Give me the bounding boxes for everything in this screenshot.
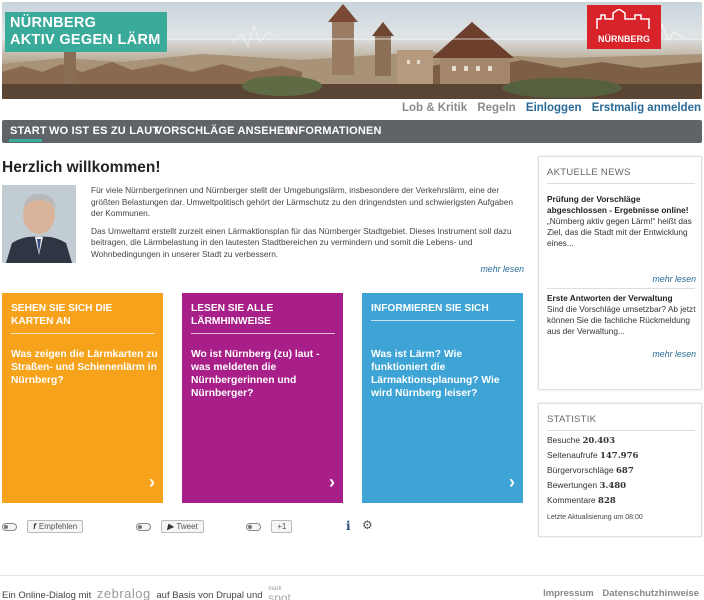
stat-label: Seitenaufrufe <box>547 450 598 460</box>
gplus-toggle[interactable] <box>246 522 261 531</box>
markspot-logo[interactable]: mark spot <box>268 586 291 600</box>
card-question: Was zeigen die Lärmkarten zu Straßen- un… <box>11 349 158 386</box>
facebook-icon: f <box>33 522 36 531</box>
divider <box>547 288 695 289</box>
stats-updated: Letzte Aktualisierung um 08:00 <box>547 514 643 521</box>
nuernberg-brand-logo[interactable]: NÜRNBERG <box>587 5 661 49</box>
link-einloggen[interactable]: Einloggen <box>526 102 582 114</box>
link-lob-kritik[interactable]: Lob & Kritik <box>402 102 467 114</box>
card-heading: SEHEN SIE SICH DIE KARTEN AN <box>11 302 155 334</box>
info-icon[interactable]: i <box>346 519 351 533</box>
chevron-right-icon: › <box>329 472 335 492</box>
news-item: Prüfung der Vorschläge abgeschlossen - E… <box>547 194 699 249</box>
castle-icon <box>596 9 650 29</box>
stat-bewertungen: Bewertungen 3.480 <box>547 480 626 491</box>
logo-line1: NÜRNBERG <box>10 15 97 31</box>
footer-divider <box>0 575 704 576</box>
news-text: „Nürnberg aktiv gegen Lärm!“ heißt das Z… <box>547 216 692 248</box>
page-title: Herzlich willkommen! <box>2 159 161 176</box>
gear-icon[interactable]: ⚙ <box>362 518 373 532</box>
footer-credits: Ein Online-Dialog mit zebralog auf Basis… <box>2 586 291 600</box>
header-banner: NÜRNBERG AKTIV GEGEN LÄRM NÜRNBERG <box>2 2 702 99</box>
twitter-share: ▶ Tweet <box>136 520 204 534</box>
divider <box>547 430 695 431</box>
zebralog-logo[interactable]: zebralog <box>97 586 151 600</box>
stat-buergervorschlaege: Bürgervorschläge 687 <box>547 465 634 476</box>
footer-link-impressum[interactable]: Impressum <box>543 588 594 599</box>
nav-active-indicator <box>9 139 42 142</box>
divider <box>547 183 695 184</box>
news-text: Sind die Vorschläge umsetzbar? Ab jetzt … <box>547 304 696 336</box>
stat-value: 687 <box>616 466 634 476</box>
site-logo[interactable]: NÜRNBERG AKTIV GEGEN LÄRM <box>5 12 167 52</box>
markspot-big: spot <box>268 591 291 600</box>
tweet-label: Tweet <box>176 522 198 531</box>
tweet-button[interactable]: ▶ Tweet <box>161 520 204 533</box>
nav-item-informationen[interactable]: INFORMATIONEN <box>287 125 382 137</box>
stat-label: Besuche <box>547 435 581 445</box>
card-karten[interactable]: SEHEN SIE SICH DIE KARTEN AN Was zeigen … <box>2 293 163 503</box>
stat-seitenaufrufe: Seitenaufrufe 147.976 <box>547 450 638 461</box>
card-question: Was ist Lärm? Wie funktioniert die Lärma… <box>371 349 500 399</box>
gplus-share: +1 <box>246 520 293 534</box>
chevron-right-icon: › <box>509 472 515 492</box>
card-informieren[interactable]: INFORMIEREN SIE SICH Was ist Lärm? Wie f… <box>362 293 523 503</box>
card-laermhinweise[interactable]: LESEN SIE ALLE LÄRMHINWEISE Wo ist Nürnb… <box>182 293 343 503</box>
stat-value: 828 <box>598 496 616 506</box>
intro-text: Für viele Nürnbergerinnen und Nürnberger… <box>91 185 521 266</box>
intro-paragraph-1: Für viele Nürnbergerinnen und Nürnberger… <box>91 185 514 218</box>
intro-paragraph-2: Das Umweltamt erstellt zurzeit einen Lär… <box>91 225 512 259</box>
logo-line2: AKTIV GEGEN LÄRM <box>10 32 161 48</box>
news-panel: AKTUELLE NEWS Prüfung der Vorschläge abg… <box>538 156 702 390</box>
footer-middle: auf Basis von Drupal und <box>156 590 263 600</box>
top-links: Lob & Kritik Regeln Einloggen Erstmalig … <box>395 102 701 114</box>
link-regeln[interactable]: Regeln <box>477 102 515 114</box>
facebook-toggle[interactable] <box>2 522 17 531</box>
card-question: Wo ist Nürnberg (zu) laut - was meldeten… <box>191 349 320 399</box>
news-headline[interactable]: Prüfung der Vorschläge abgeschlossen - E… <box>547 194 699 216</box>
gplus-button[interactable]: +1 <box>271 520 293 533</box>
brand-text: NÜRNBERG <box>597 34 650 44</box>
stats-title: STATISTIK <box>547 414 597 425</box>
card-heading: LESEN SIE ALLE LÄRMHINWEISE <box>191 302 335 334</box>
portrait-photo <box>2 185 76 263</box>
chevron-right-icon: › <box>149 472 155 492</box>
stat-besuche: Besuche 20.403 <box>547 435 615 446</box>
facebook-button[interactable]: f Empfehlen <box>27 520 84 533</box>
stat-label: Bewertungen <box>547 480 598 490</box>
news-item: Erste Antworten der Verwaltung Sind die … <box>547 293 699 337</box>
stat-value: 20.403 <box>582 436 615 446</box>
news-title: AKTUELLE NEWS <box>547 167 631 178</box>
read-more-link[interactable]: mehr lesen <box>480 264 524 274</box>
twitter-toggle[interactable] <box>136 522 151 531</box>
stat-label: Bürgervorschläge <box>547 465 614 475</box>
news-read-more[interactable]: mehr lesen <box>652 349 696 359</box>
link-registrieren[interactable]: Erstmalig anmelden <box>592 102 701 114</box>
nav-item-wo-ist-es-zu-laut[interactable]: WO IST ES ZU LAUT <box>49 125 159 137</box>
nav-item-start[interactable]: START <box>10 125 47 137</box>
nav-item-vorschlaege[interactable]: VORSCHLÄGE ANSEHEN <box>155 125 293 137</box>
stat-value: 3.480 <box>599 481 627 491</box>
footer-prefix: Ein Online-Dialog mit <box>2 590 92 600</box>
stat-value: 147.976 <box>599 451 639 461</box>
news-headline[interactable]: Erste Antworten der Verwaltung <box>547 293 699 304</box>
facebook-share: f Empfehlen <box>2 520 84 534</box>
card-heading: INFORMIEREN SIE SICH <box>371 302 515 321</box>
footer-link-datenschutz[interactable]: Datenschutzhinweise <box>602 588 699 599</box>
twitter-icon: ▶ <box>167 522 174 531</box>
statistics-panel: STATISTIK Besuche 20.403 Seitenaufrufe 1… <box>538 403 702 537</box>
footer-links: Impressum Datenschutzhinweise <box>537 588 699 599</box>
stat-label: Kommentare <box>547 495 596 505</box>
facebook-label: Empfehlen <box>38 522 78 531</box>
person-icon <box>2 185 76 263</box>
stat-kommentare: Kommentare 828 <box>547 495 616 506</box>
main-nav: START WO IST ES ZU LAUT VORSCHLÄGE ANSEH… <box>2 120 702 143</box>
news-read-more[interactable]: mehr lesen <box>652 274 696 284</box>
